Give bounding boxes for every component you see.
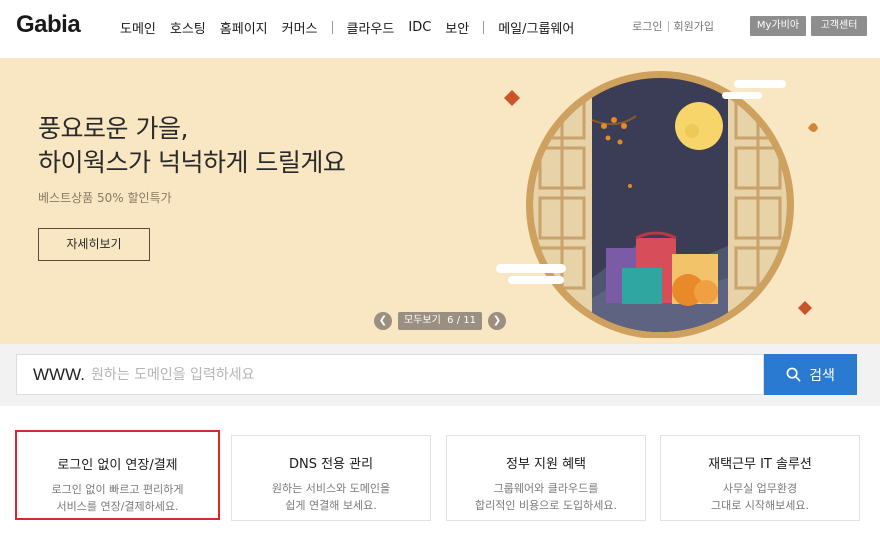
nav-domain[interactable]: 도메인: [120, 18, 156, 37]
site-header: Gabia 도메인 호스팅 홈페이지 커머스 클라우드 IDC 보안 메일/그룹…: [0, 0, 880, 58]
banner-detail-button[interactable]: 자세히보기: [38, 228, 150, 261]
chevron-right-icon[interactable]: ❯: [488, 312, 506, 330]
banner-title-line1: 풍요로운 가을,: [38, 114, 188, 143]
card-desc: 로그인 없이 빠르고 편리하게 서비스를 연장/결제하세요.: [17, 481, 218, 515]
nav-commerce[interactable]: 커머스: [282, 18, 318, 37]
domain-search-section: WWW. 검색: [0, 344, 880, 406]
search-button-label: 검색: [809, 367, 835, 384]
card-desc-line: 원하는 서비스와 도메인을: [271, 482, 391, 495]
nav-cloud[interactable]: 클라우드: [347, 18, 395, 37]
nav-divider: [331, 21, 333, 34]
card-renew-payment[interactable]: 로그인 없이 연장/결제 로그인 없이 빠르고 편리하게 서비스를 연장/결제하…: [15, 430, 220, 520]
card-desc-line: 쉽게 연결해 보세요.: [285, 499, 377, 512]
gabia-logo[interactable]: Gabia: [16, 11, 81, 39]
card-desc-line: 사무실 업무환경: [722, 482, 798, 495]
nav-security[interactable]: 보안: [445, 18, 469, 37]
card-title: 재택근무 IT 솔루션: [708, 457, 812, 472]
banner-title: 풍요로운 가을, 하이웍스가 넉넉하게 드릴게요: [38, 112, 346, 180]
chevron-left-icon[interactable]: ❮: [374, 312, 392, 330]
www-prefix: WWW.: [33, 365, 85, 384]
card-remote-work[interactable]: 재택근무 IT 솔루션 사무실 업무환경 그대로 시작해보세요.: [660, 435, 860, 521]
nav-divider: [483, 21, 485, 34]
nav-hosting[interactable]: 호스팅: [170, 18, 206, 37]
main-nav: 도메인 호스팅 홈페이지 커머스 클라우드 IDC 보안 메일/그룹웨어: [120, 18, 588, 37]
card-desc-line: 합리적인 비용으로 도입하세요.: [474, 499, 618, 512]
card-desc: 사무실 업무환경 그대로 시작해보세요.: [661, 480, 859, 514]
card-desc-line: 로그인 없이 빠르고 편리하게: [51, 483, 184, 496]
card-title: 로그인 없이 연장/결제: [57, 458, 178, 473]
card-dns-management[interactable]: DNS 전용 관리 원하는 서비스와 도메인을 쉽게 연결해 보세요.: [231, 435, 431, 521]
card-government-support[interactable]: 정부 지원 혜택 그룹웨어와 클라우드를 합리적인 비용으로 도입하세요.: [446, 435, 646, 521]
card-desc-line: 그룹웨어와 클라우드를: [493, 482, 599, 495]
card-desc: 원하는 서비스와 도메인을 쉽게 연결해 보세요.: [232, 480, 430, 514]
search-icon: [786, 367, 801, 382]
util-divider: [667, 20, 669, 32]
signup-link[interactable]: 회원가입: [674, 18, 714, 34]
quick-service-cards: 로그인 없이 연장/결제 로그인 없이 빠르고 편리하게 서비스를 연장/결제하…: [0, 406, 880, 533]
card-desc-line: 그대로 시작해보세요.: [710, 499, 810, 512]
slide-index: 6 / 11: [447, 315, 476, 326]
banner-slider-controls: ❮ 모두보기 6 / 11 ❯: [374, 312, 506, 330]
search-button[interactable]: 검색: [764, 354, 857, 395]
util-links: 로그인 회원가입: [632, 18, 714, 34]
banner-subtitle: 베스트상품 50% 할인특가: [38, 191, 172, 205]
slide-counter[interactable]: 모두보기 6 / 11: [398, 312, 482, 330]
support-button[interactable]: 고객센터: [811, 16, 867, 36]
promo-banner[interactable]: 풍요로운 가을, 하이웍스가 넉넉하게 드릴게요 베스트상품 50% 할인특가 …: [0, 58, 880, 344]
domain-search-box[interactable]: WWW.: [16, 354, 764, 395]
domain-search-input[interactable]: [91, 355, 751, 394]
card-title: 정부 지원 혜택: [505, 457, 587, 472]
nav-homepage[interactable]: 홈페이지: [220, 18, 268, 37]
card-desc: 그룹웨어와 클라우드를 합리적인 비용으로 도입하세요.: [447, 480, 645, 514]
view-all-link[interactable]: 모두보기: [404, 315, 441, 326]
card-title: DNS 전용 관리: [288, 457, 374, 472]
banner-title-line2: 하이웍스가 넉넉하게 드릴게요: [38, 148, 346, 177]
autumn-moon-illustration: [496, 71, 818, 338]
card-desc-line: 서비스를 연장/결제하세요.: [56, 500, 179, 513]
nav-mail-groupware[interactable]: 메일/그룹웨어: [498, 18, 574, 37]
mygabia-button[interactable]: My가비아: [750, 16, 806, 36]
login-link[interactable]: 로그인: [632, 18, 662, 34]
nav-idc[interactable]: IDC: [408, 20, 431, 35]
